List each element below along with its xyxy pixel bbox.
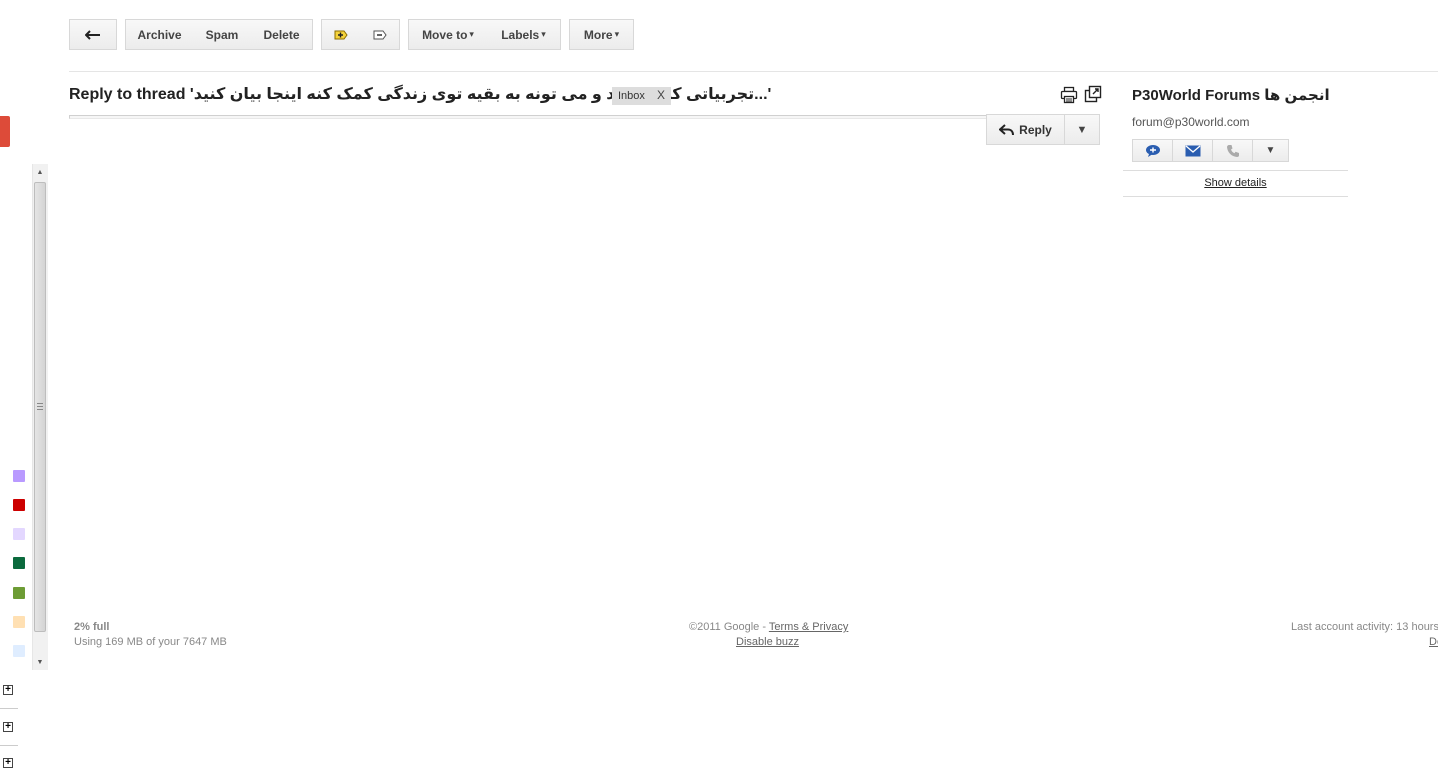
move-to-button[interactable]: Move to ▾ xyxy=(408,19,488,50)
move-to-label: Move to xyxy=(422,27,468,42)
storage-detail: Using 169 MB of your 7647 MB xyxy=(74,636,227,648)
storage-percent: 2% full xyxy=(74,621,110,633)
chevron-down-icon: ▼ xyxy=(1265,145,1276,156)
contact-actions: ▼ xyxy=(1132,139,1289,162)
contact-email: forum@p30world.com xyxy=(1132,115,1250,129)
sidebar-divider xyxy=(0,708,18,709)
remove-label-button[interactable]: X xyxy=(657,88,665,102)
label-color-swatch[interactable] xyxy=(13,528,25,540)
label-color-swatch[interactable] xyxy=(13,616,25,628)
print-icon xyxy=(1060,86,1078,104)
reply-button[interactable]: Reply xyxy=(986,114,1065,145)
mark-not-important-button[interactable] xyxy=(360,19,400,50)
archive-button[interactable]: Archive xyxy=(125,19,194,50)
labels-label: Labels xyxy=(501,27,540,42)
contact-name: P30World Forums انجمن ها xyxy=(1132,87,1330,104)
label-color-swatch[interactable] xyxy=(13,557,25,569)
activity-details-link[interactable]: De xyxy=(1429,636,1438,648)
chevron-down-icon: ▾ xyxy=(541,29,546,39)
more-button[interactable]: More ▾ xyxy=(569,19,634,50)
delete-button[interactable]: Delete xyxy=(251,19,313,50)
contact-divider-bottom xyxy=(1123,196,1348,197)
inbox-label-chip[interactable]: Inbox X xyxy=(612,87,671,105)
expand-section-icon[interactable]: + xyxy=(3,758,13,768)
scroll-down-button[interactable]: ▼ xyxy=(32,654,48,670)
copyright-text: ©2011 Google - xyxy=(689,621,767,633)
copyright-line: ©2011 Google - Terms & Privacy xyxy=(689,621,848,633)
spam-button[interactable]: Spam xyxy=(193,19,252,50)
label-color-swatch[interactable] xyxy=(13,470,25,482)
email-icon xyxy=(1185,145,1200,156)
contact-divider-top xyxy=(1123,170,1348,171)
labels-button[interactable]: Labels ▾ xyxy=(487,19,561,50)
add-important-icon xyxy=(334,30,348,39)
contact-more-button[interactable]: ▼ xyxy=(1253,139,1289,162)
reply-arrow-icon xyxy=(999,123,1015,135)
terms-privacy-link[interactable]: Terms & Privacy xyxy=(769,621,848,633)
show-details-link[interactable]: Show details xyxy=(1123,177,1348,189)
chevron-down-icon: ▼ xyxy=(1076,123,1088,136)
expand-section-icon[interactable]: + xyxy=(3,685,13,695)
message-collapsed-bar[interactable] xyxy=(69,115,1100,119)
scrollbar-grip-icon xyxy=(37,403,43,410)
sidebar-divider xyxy=(0,745,18,746)
phone-icon xyxy=(1226,144,1239,157)
back-arrow-icon xyxy=(85,29,100,40)
scroll-up-button[interactable]: ▲ xyxy=(32,164,48,180)
call-button[interactable] xyxy=(1213,139,1253,162)
new-window-button[interactable] xyxy=(1084,85,1102,103)
chat-button[interactable] xyxy=(1132,139,1173,162)
reply-label: Reply xyxy=(1019,122,1052,137)
disable-buzz-link[interactable]: Disable buzz xyxy=(736,636,799,648)
label-color-swatch[interactable] xyxy=(13,587,25,599)
more-label: More xyxy=(583,27,613,42)
mark-important-button[interactable] xyxy=(321,19,361,50)
label-text: Inbox xyxy=(618,90,645,102)
expand-section-icon[interactable]: + xyxy=(3,722,13,732)
remove-important-icon xyxy=(373,30,387,39)
new-window-icon xyxy=(1084,85,1102,103)
toolbar-divider xyxy=(69,71,1438,72)
chevron-down-icon: ▾ xyxy=(614,29,620,39)
reply-options-button[interactable]: ▼ xyxy=(1064,114,1100,145)
chevron-down-icon: ▾ xyxy=(469,29,474,39)
chat-icon xyxy=(1145,144,1160,157)
last-account-activity: Last account activity: 13 hours xyxy=(1291,621,1438,633)
print-button[interactable] xyxy=(1060,86,1078,104)
label-color-swatch[interactable] xyxy=(13,499,25,511)
email-button[interactable] xyxy=(1173,139,1213,162)
compose-tab[interactable] xyxy=(0,116,10,147)
back-button[interactable] xyxy=(69,19,117,50)
label-color-swatch[interactable] xyxy=(13,645,25,657)
